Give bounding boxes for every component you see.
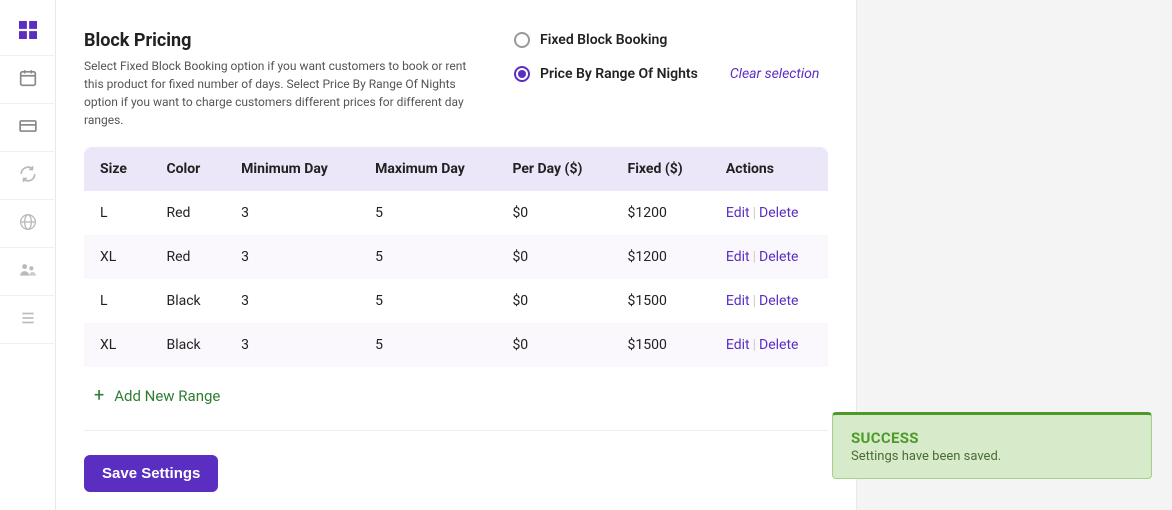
radio-icon [514, 32, 530, 48]
calendar-icon [19, 69, 37, 91]
menu-icon [19, 309, 37, 331]
app-root: Block Pricing Select Fixed Block Booking… [0, 0, 1172, 510]
add-range-label: Add New Range [114, 387, 220, 405]
cell-max: 5 [359, 191, 496, 235]
action-separator: | [753, 249, 756, 265]
header-row: Block Pricing Select Fixed Block Booking… [84, 30, 828, 129]
globe-icon [19, 213, 37, 235]
cell-actions: Edit|Delete [710, 191, 828, 235]
th-actions: Actions [710, 147, 828, 191]
cell-fixed: $1500 [612, 323, 710, 367]
success-toast: SUCCESS Settings have been saved. [832, 412, 1152, 479]
radio-label: Fixed Block Booking [540, 32, 667, 48]
cell-size: L [84, 279, 150, 323]
action-separator: | [753, 205, 756, 221]
table-row: LRed35$0$1200Edit|Delete [84, 191, 828, 235]
cell-color: Black [150, 279, 225, 323]
delete-link[interactable]: Delete [759, 337, 798, 353]
cell-actions: Edit|Delete [710, 235, 828, 279]
clear-selection-link[interactable]: Clear selection [730, 66, 820, 82]
cell-max: 5 [359, 279, 496, 323]
toast-title: SUCCESS [851, 429, 1133, 447]
cell-min: 3 [225, 235, 359, 279]
radio-price-range[interactable]: Price By Range Of Nights Clear selection [514, 66, 828, 82]
main-panel: Block Pricing Select Fixed Block Booking… [56, 0, 856, 510]
sidebar-item-calendar[interactable] [0, 56, 56, 104]
sidebar-item-globe[interactable] [0, 200, 56, 248]
cell-color: Red [150, 235, 225, 279]
sync-icon [19, 165, 37, 187]
edit-link[interactable]: Edit [726, 293, 750, 309]
pricing-table: Size Color Minimum Day Maximum Day Per D… [84, 147, 828, 367]
add-range-button[interactable]: + Add New Range [84, 367, 828, 431]
th-max: Maximum Day [359, 147, 496, 191]
table-row: XLBlack35$0$1500Edit|Delete [84, 323, 828, 367]
cell-size: L [84, 191, 150, 235]
cell-perday: $0 [496, 191, 611, 235]
cell-actions: Edit|Delete [710, 323, 828, 367]
page-title: Block Pricing [84, 30, 484, 51]
sidebar-item-card[interactable] [0, 104, 56, 152]
cell-max: 5 [359, 323, 496, 367]
cell-color: Red [150, 191, 225, 235]
cell-min: 3 [225, 323, 359, 367]
table-row: XLRed35$0$1200Edit|Delete [84, 235, 828, 279]
cell-perday: $0 [496, 279, 611, 323]
save-settings-button[interactable]: Save Settings [84, 455, 218, 492]
cell-actions: Edit|Delete [710, 279, 828, 323]
cell-size: XL [84, 323, 150, 367]
cell-size: XL [84, 235, 150, 279]
th-fixed: Fixed ($) [612, 147, 710, 191]
cell-min: 3 [225, 191, 359, 235]
edit-link[interactable]: Edit [726, 205, 750, 221]
th-size: Size [84, 147, 150, 191]
table-row: LBlack35$0$1500Edit|Delete [84, 279, 828, 323]
page-description: Select Fixed Block Booking option if you… [84, 57, 484, 129]
users-icon [19, 261, 37, 283]
delete-link[interactable]: Delete [759, 249, 798, 265]
cell-perday: $0 [496, 323, 611, 367]
action-separator: | [753, 337, 756, 353]
edit-link[interactable]: Edit [726, 249, 750, 265]
cell-max: 5 [359, 235, 496, 279]
sidebar-item-sync[interactable] [0, 152, 56, 200]
action-separator: | [753, 293, 756, 309]
delete-link[interactable]: Delete [759, 293, 798, 309]
cell-min: 3 [225, 279, 359, 323]
th-min: Minimum Day [225, 147, 359, 191]
sidebar-item-menu[interactable] [0, 296, 56, 344]
cell-perday: $0 [496, 235, 611, 279]
delete-link[interactable]: Delete [759, 205, 798, 221]
cell-color: Black [150, 323, 225, 367]
card-icon [19, 117, 37, 139]
edit-link[interactable]: Edit [726, 337, 750, 353]
radio-fixed-block[interactable]: Fixed Block Booking [514, 32, 828, 48]
plus-icon: + [94, 385, 104, 406]
sidebar [0, 0, 56, 510]
sidebar-item-users[interactable] [0, 248, 56, 296]
cell-fixed: $1200 [612, 191, 710, 235]
radio-label: Price By Range Of Nights [540, 66, 698, 82]
dashboard-icon [19, 21, 37, 43]
cell-fixed: $1500 [612, 279, 710, 323]
th-perday: Per Day ($) [496, 147, 611, 191]
radio-icon-checked [514, 66, 530, 82]
cell-fixed: $1200 [612, 235, 710, 279]
sidebar-item-dashboard[interactable] [0, 8, 56, 56]
th-color: Color [150, 147, 225, 191]
toast-message: Settings have been saved. [851, 449, 1133, 464]
